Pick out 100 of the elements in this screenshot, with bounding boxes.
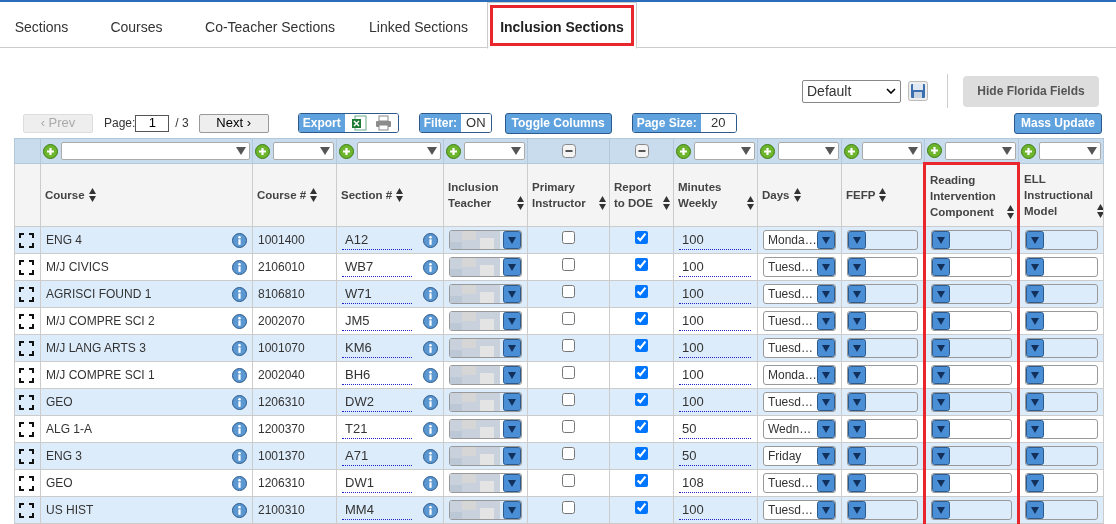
expand-icon[interactable] [19, 394, 34, 410]
tab[interactable]: Linked Sections [350, 2, 487, 48]
column-header[interactable]: FEFP [846, 187, 876, 203]
select-dropdown[interactable] [1025, 230, 1098, 250]
dropdown-arrow-icon[interactable] [511, 147, 521, 155]
column-header[interactable]: Course [45, 187, 85, 203]
days-dropdown[interactable]: Friday [763, 446, 836, 466]
select-dropdown[interactable] [847, 500, 918, 520]
dropdown-arrow-icon[interactable] [427, 147, 437, 155]
select-dropdown[interactable] [931, 392, 1012, 412]
select-dropdown[interactable] [931, 338, 1012, 358]
select-dropdown[interactable] [1025, 338, 1098, 358]
column-header[interactable]: Days [762, 187, 790, 203]
sort-icon[interactable] [88, 188, 96, 202]
report-checkbox[interactable] [635, 501, 648, 514]
sort-icon[interactable] [879, 188, 887, 202]
select-dropdown[interactable] [931, 311, 1012, 331]
teacher-dropdown[interactable] [449, 446, 522, 466]
report-checkbox[interactable] [635, 339, 648, 352]
info-icon[interactable] [232, 313, 247, 329]
days-dropdown[interactable]: Tuesd… [763, 311, 836, 331]
sort-icon[interactable] [793, 188, 801, 202]
filter-dropdown[interactable] [464, 142, 525, 160]
sort-icon[interactable] [517, 196, 524, 210]
expand-icon[interactable] [19, 286, 34, 302]
sort-icon[interactable] [1097, 204, 1103, 218]
add-filter-icon[interactable] [760, 143, 775, 159]
sort-icon[interactable] [396, 188, 404, 202]
report-checkbox[interactable] [635, 447, 648, 460]
report-checkbox[interactable] [635, 474, 648, 487]
dropdown-arrow-icon[interactable] [825, 147, 835, 155]
column-header[interactable]: Course # [257, 187, 307, 203]
filter-dropdown[interactable] [778, 142, 839, 160]
chevron-down-icon[interactable] [886, 88, 896, 94]
expand-icon[interactable] [19, 448, 34, 464]
days-dropdown[interactable]: Monda… [763, 230, 836, 250]
report-checkbox[interactable] [635, 420, 648, 433]
expand-icon[interactable] [19, 367, 34, 383]
select-dropdown[interactable] [1025, 419, 1098, 439]
expand-icon[interactable] [19, 313, 34, 329]
select-dropdown[interactable] [847, 473, 918, 493]
select-dropdown[interactable] [931, 284, 1012, 304]
teacher-dropdown[interactable] [449, 473, 522, 493]
select-dropdown[interactable] [847, 338, 918, 358]
sort-icon[interactable] [747, 196, 754, 210]
info-icon[interactable] [423, 340, 438, 356]
select-dropdown[interactable] [1025, 365, 1098, 385]
dropdown-arrow-icon[interactable] [741, 147, 751, 155]
select-dropdown[interactable] [847, 230, 918, 250]
info-icon[interactable] [232, 340, 247, 356]
select-dropdown[interactable] [931, 257, 1012, 277]
info-icon[interactable] [232, 475, 247, 491]
report-checkbox[interactable] [635, 312, 648, 325]
add-filter-icon[interactable] [255, 143, 270, 159]
info-icon[interactable] [232, 502, 247, 518]
add-filter-icon[interactable] [844, 143, 859, 159]
select-dropdown[interactable] [847, 257, 918, 277]
print-icon[interactable] [374, 115, 392, 131]
spreadsheet-icon[interactable] [350, 115, 367, 131]
select-dropdown[interactable] [1025, 284, 1098, 304]
select-dropdown[interactable] [1025, 446, 1098, 466]
expand-icon[interactable] [19, 502, 34, 518]
select-dropdown[interactable] [1025, 473, 1098, 493]
dropdown-arrow-icon[interactable] [908, 147, 918, 155]
teacher-dropdown[interactable] [449, 338, 522, 358]
select-dropdown[interactable] [931, 500, 1012, 520]
select-dropdown[interactable] [931, 446, 1012, 466]
filter-dropdown[interactable] [357, 142, 441, 160]
info-icon[interactable] [232, 232, 247, 248]
report-checkbox[interactable] [635, 393, 648, 406]
select-dropdown[interactable] [847, 365, 918, 385]
filter-dropdown[interactable] [694, 142, 755, 160]
add-filter-icon[interactable] [446, 143, 461, 159]
dropdown-arrow-icon[interactable] [1087, 147, 1097, 155]
days-dropdown[interactable]: Tuesd… [763, 473, 836, 493]
info-icon[interactable] [423, 367, 438, 383]
filter-dropdown[interactable] [1039, 142, 1101, 160]
remove-filter-icon[interactable] [561, 144, 576, 158]
add-filter-icon[interactable] [1021, 143, 1036, 159]
add-filter-icon[interactable] [339, 143, 354, 159]
expand-icon[interactable] [19, 340, 34, 356]
days-dropdown[interactable]: Tuesd… [763, 284, 836, 304]
dropdown-arrow-icon[interactable] [320, 147, 330, 155]
info-icon[interactable] [423, 394, 438, 410]
info-icon[interactable] [232, 421, 247, 437]
tab[interactable]: Inclusion Sections [487, 2, 637, 49]
expand-icon[interactable] [19, 232, 34, 248]
info-icon[interactable] [423, 502, 438, 518]
primary-checkbox[interactable] [562, 420, 575, 433]
hide-fields-button[interactable]: Hide Florida Fields [963, 75, 1099, 107]
filter-dropdown[interactable] [862, 142, 922, 160]
sort-icon[interactable] [310, 188, 318, 202]
days-dropdown[interactable]: Tuesd… [763, 392, 836, 412]
primary-checkbox[interactable] [562, 501, 575, 514]
days-dropdown[interactable]: Wedn… [763, 419, 836, 439]
info-icon[interactable] [423, 475, 438, 491]
teacher-dropdown[interactable] [449, 419, 522, 439]
expand-icon[interactable] [19, 259, 34, 275]
teacher-dropdown[interactable] [449, 311, 522, 331]
teacher-dropdown[interactable] [449, 284, 522, 304]
